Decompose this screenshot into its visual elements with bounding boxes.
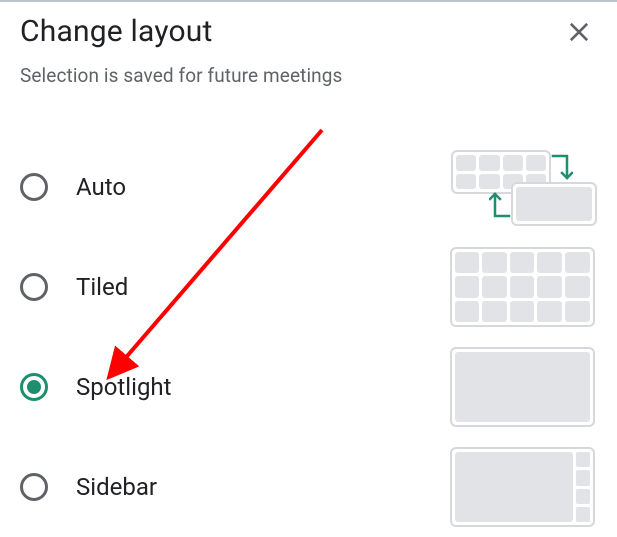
- option-auto[interactable]: Auto: [20, 137, 597, 237]
- preview-auto-icon: [447, 146, 597, 228]
- option-sidebar[interactable]: Sidebar: [20, 437, 597, 537]
- option-spotlight[interactable]: Spotlight: [20, 337, 597, 437]
- close-icon: [565, 18, 593, 46]
- preview-spotlight-icon: [447, 346, 597, 428]
- option-tiled[interactable]: Tiled: [20, 237, 597, 337]
- dialog-subtitle: Selection is saved for future meetings: [20, 64, 597, 87]
- radio-spotlight[interactable]: [20, 373, 48, 401]
- dialog-title: Change layout: [20, 14, 213, 49]
- radio-auto[interactable]: [20, 173, 48, 201]
- option-spotlight-label: Spotlight: [76, 373, 447, 401]
- preview-tiled-icon: [447, 246, 597, 328]
- layout-options: Auto Tiled Spotlight: [20, 137, 597, 537]
- option-sidebar-label: Sidebar: [76, 473, 447, 501]
- preview-sidebar-icon: [447, 446, 597, 528]
- radio-sidebar[interactable]: [20, 473, 48, 501]
- close-button[interactable]: [561, 14, 597, 50]
- dialog-header: Change layout: [20, 14, 597, 50]
- radio-tiled[interactable]: [20, 273, 48, 301]
- option-tiled-label: Tiled: [76, 273, 447, 301]
- option-auto-label: Auto: [76, 173, 447, 201]
